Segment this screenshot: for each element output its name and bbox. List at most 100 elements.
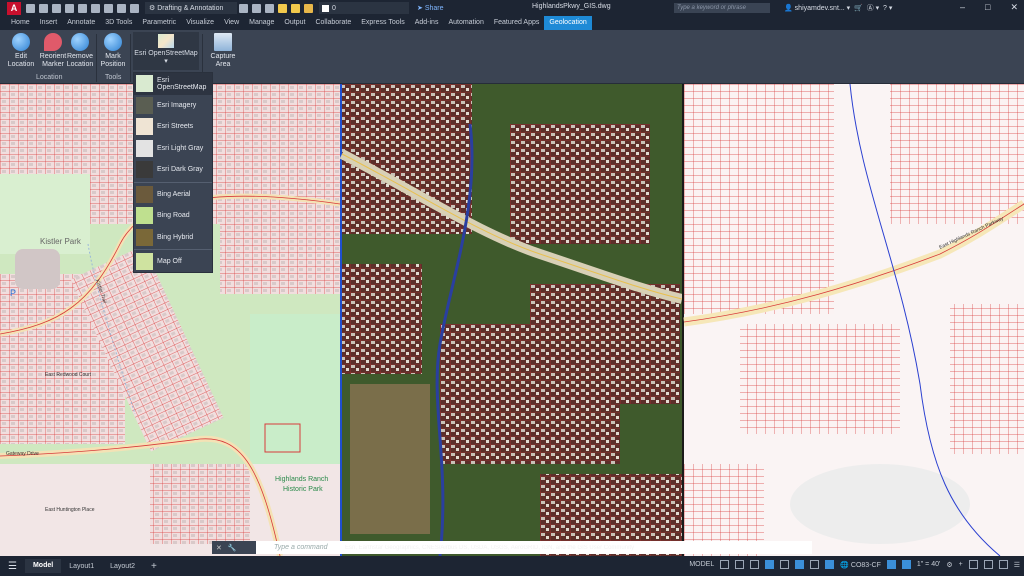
- gear-icon[interactable]: ⚙: [946, 561, 952, 569]
- share-label: Share: [424, 5, 444, 12]
- parking-label: P: [10, 288, 16, 298]
- close-button[interactable]: ✕: [1010, 2, 1018, 13]
- label: Location: [7, 61, 35, 68]
- basemap-option-label: Esri Light Gray: [157, 144, 204, 152]
- geolocation-icon[interactable]: [825, 560, 835, 569]
- label: Location: [66, 61, 94, 68]
- lock-icon[interactable]: [304, 3, 313, 13]
- historic-park-label: Historic Park: [283, 486, 323, 493]
- globe-icon: [12, 33, 30, 51]
- menu-divider: [134, 181, 212, 183]
- tab-view[interactable]: View: [219, 16, 244, 30]
- polar-icon[interactable]: [765, 560, 775, 569]
- maximize-button[interactable]: □: [985, 2, 990, 13]
- grid-icon[interactable]: [720, 560, 730, 569]
- undo-icon[interactable]: [117, 3, 126, 13]
- isolate-icon[interactable]: [968, 560, 978, 569]
- basemap-option[interactable]: Esri Light Gray: [134, 138, 212, 160]
- user-menu[interactable]: 👤 shiyamdev.snt... ▾ 🛒 Ⓐ ▾ ? ▾: [784, 3, 892, 13]
- close-icon[interactable]: ✕: [216, 544, 222, 552]
- tab-express-tools[interactable]: Express Tools: [356, 16, 409, 30]
- basemap-option[interactable]: Esri OpenStreetMap: [134, 73, 212, 95]
- customize-icon[interactable]: ☰: [1014, 561, 1020, 569]
- historic-park-label: Highlands Ranch: [275, 476, 328, 483]
- snap-icon[interactable]: [735, 560, 745, 569]
- layout-tab-layout2[interactable]: Layout2: [102, 563, 143, 570]
- model-space-button[interactable]: MODEL: [689, 561, 714, 568]
- basemap-option[interactable]: Bing Hybrid: [134, 227, 212, 249]
- share-button[interactable]: ➤ Share: [417, 4, 444, 12]
- capture-area-button[interactable]: Capture Area: [208, 33, 238, 69]
- save-icon[interactable]: [52, 3, 61, 13]
- plot-icon[interactable]: [104, 3, 113, 13]
- basemap-dropdown[interactable]: Esri OpenStreetMap ▾: [133, 32, 199, 70]
- tab-annotate[interactable]: Annotate: [62, 16, 100, 30]
- mobile-icon[interactable]: [91, 3, 100, 13]
- plus-icon[interactable]: +: [959, 561, 963, 568]
- basemap-option[interactable]: Bing Road: [134, 205, 212, 227]
- edit-location-button[interactable]: Edit Location: [6, 33, 36, 69]
- tab-manage[interactable]: Manage: [244, 16, 279, 30]
- workspace-dropdown[interactable]: ⚙ Drafting & Annotation: [145, 2, 237, 14]
- auto-scale-icon[interactable]: [901, 560, 911, 569]
- tab-geolocation[interactable]: Geolocation: [544, 16, 592, 30]
- reorient-marker-button[interactable]: Reorient Marker: [38, 33, 68, 69]
- sun-icon[interactable]: [291, 3, 300, 13]
- search-input[interactable]: Type a keyword or phrase: [674, 3, 770, 13]
- mark-position-button[interactable]: Mark Position: [99, 33, 127, 69]
- basemap-option[interactable]: Esri Streets: [134, 116, 212, 138]
- tab-parametric[interactable]: Parametric: [137, 16, 181, 30]
- tab-output[interactable]: Output: [279, 16, 310, 30]
- open-icon[interactable]: [39, 3, 48, 13]
- minimize-button[interactable]: –: [960, 2, 965, 13]
- coordinate-system[interactable]: 🌐 CO83-CF: [840, 561, 881, 569]
- tab-collaborate[interactable]: Collaborate: [310, 16, 356, 30]
- save-as-icon[interactable]: [65, 3, 74, 13]
- layer-props-icon[interactable]: [252, 3, 261, 13]
- basemap-option-label: Bing Road: [157, 212, 190, 220]
- basemap-option[interactable]: Map Off: [134, 251, 212, 273]
- marker-icon: [44, 33, 62, 51]
- layout-tab-model[interactable]: Model: [24, 559, 62, 573]
- tab-featured-apps[interactable]: Featured Apps: [489, 16, 545, 30]
- autocad-logo[interactable]: A: [7, 1, 21, 15]
- basemap-option[interactable]: Esri Imagery: [134, 95, 212, 117]
- layer-name: 0: [332, 4, 336, 12]
- label: Position: [100, 61, 126, 68]
- layout-tab-layout1[interactable]: Layout1: [61, 563, 102, 570]
- menu-icon[interactable]: ☰: [8, 561, 17, 572]
- isodraft-icon[interactable]: [780, 560, 790, 569]
- tab-insert[interactable]: Insert: [35, 16, 63, 30]
- publish-icon[interactable]: [78, 3, 87, 13]
- redo-icon[interactable]: [130, 3, 139, 13]
- ortho-icon[interactable]: [750, 560, 760, 569]
- ribbon-tabs: Home Insert Annotate 3D Tools Parametric Visu…: [0, 16, 1024, 30]
- tab-add-ins[interactable]: Add-ins: [410, 16, 444, 30]
- remove-location-button[interactable]: Remove Location: [66, 33, 94, 69]
- wrench-icon[interactable]: 🔧: [228, 544, 237, 552]
- new-icon[interactable]: [26, 3, 35, 13]
- bulb-icon[interactable]: [278, 3, 287, 13]
- clean-screen-icon[interactable]: [998, 560, 1008, 569]
- redwood-label: East Redwood Court: [45, 372, 92, 378]
- label: Area: [215, 61, 231, 68]
- basemap-option[interactable]: Bing Aerial: [134, 184, 212, 206]
- match-props-icon[interactable]: [239, 3, 248, 13]
- annotation-scale[interactable]: 1" = 40': [917, 561, 940, 568]
- object-snap-icon[interactable]: [810, 560, 820, 569]
- annotation-visibility-icon[interactable]: [886, 560, 896, 569]
- location-group-label: Location: [36, 74, 63, 81]
- hardware-icon[interactable]: [983, 560, 993, 569]
- add-layout-button[interactable]: +: [143, 561, 165, 572]
- tab-home[interactable]: Home: [6, 16, 35, 30]
- tab-automation[interactable]: Automation: [443, 16, 488, 30]
- map-thumbnail-icon: [136, 118, 153, 136]
- map-thumbnail-icon: [136, 185, 153, 203]
- basemap-option[interactable]: Esri Dark Gray: [134, 159, 212, 181]
- layer-dropdown[interactable]: 0: [319, 2, 409, 14]
- object-snap-tracking-icon[interactable]: [795, 560, 805, 569]
- tab-visualize[interactable]: Visualize: [181, 16, 219, 30]
- tab-3d-tools[interactable]: 3D Tools: [100, 16, 137, 30]
- menu-divider: [134, 249, 212, 250]
- layer-icon[interactable]: [265, 3, 274, 13]
